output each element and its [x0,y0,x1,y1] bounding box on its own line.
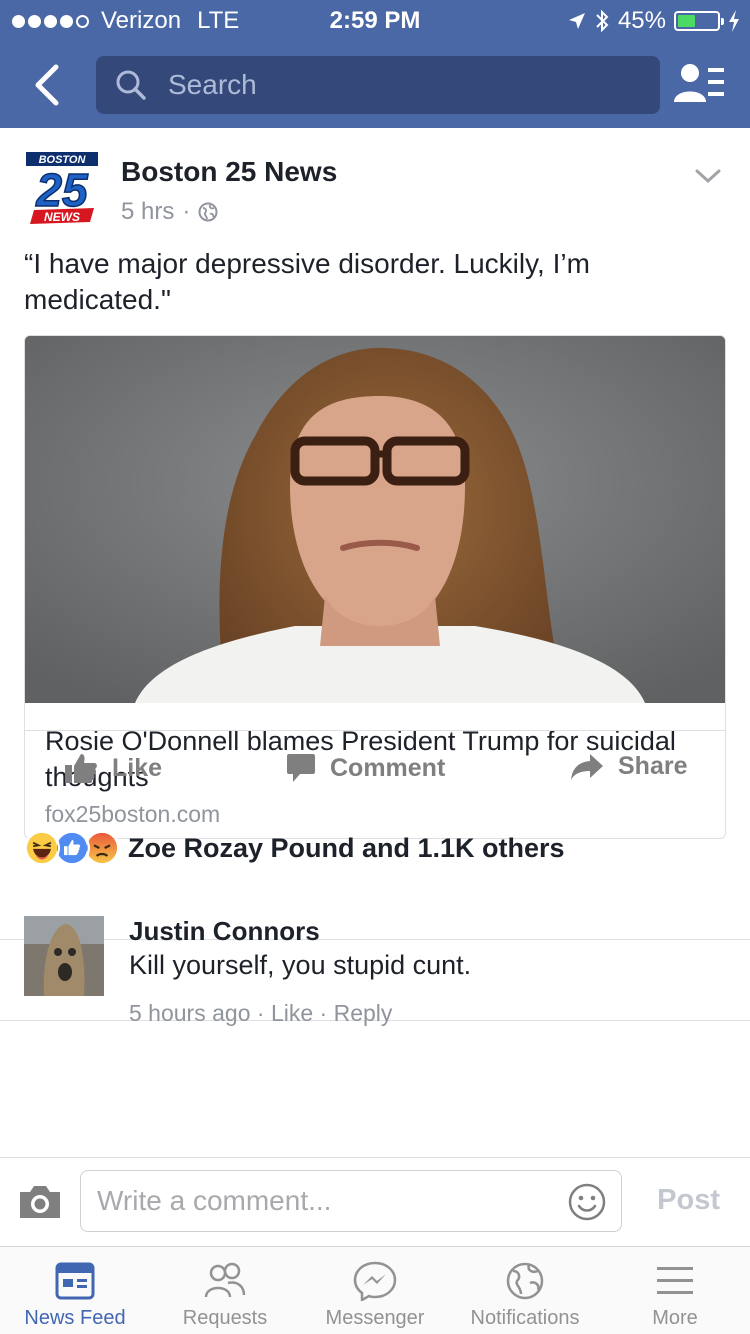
avatar[interactable] [24,916,104,996]
comment-author[interactable]: Justin Connors [129,916,320,947]
comment-button[interactable]: Comment [286,752,445,784]
chevron-left-icon [35,64,59,106]
search-icon [116,70,146,100]
comment-reply-link[interactable]: Reply [334,1000,393,1026]
status-right: 45% [568,7,740,35]
tab-messenger[interactable]: Messenger [300,1247,450,1334]
portrait-photo [25,336,725,703]
comment-text: Kill yourself, you stupid cunt. [129,950,472,980]
post-author[interactable]: Boston 25 News [121,156,337,188]
tab-label: More [652,1307,698,1329]
post-text: “I have major depressive disorder. Lucki… [24,248,590,315]
charging-bolt-icon [729,10,739,32]
bluetooth-icon [596,9,609,33]
like-button[interactable]: Like [64,752,162,784]
svg-text:25: 25 [35,164,89,216]
post-time[interactable]: 5 hrs [121,198,174,226]
back-button[interactable] [22,60,72,110]
comment-label: Comment [330,753,446,782]
share-button[interactable]: Share [570,752,687,781]
tab-news-feed[interactable]: News Feed [0,1247,150,1334]
comment-input-box[interactable] [80,1170,622,1232]
status-bar: Verizon LTE 2:59 PM 45% [0,0,750,40]
tab-label: Notifications [470,1307,580,1329]
avatar-photo [24,916,104,996]
comment-like-link[interactable]: Like [271,1000,313,1026]
news-feed-icon [55,1262,95,1300]
divider [0,939,750,940]
share-label: Share [618,752,688,780]
reactions-text: Zoe Rozay Pound and 1.1K others [128,832,565,863]
reactions-summary[interactable]: Zoe Rozay Pound and 1.1K others [24,830,565,866]
boston-25-logo-icon: BOSTON 25 NEWS [26,152,98,224]
location-arrow-icon [568,13,585,29]
link-preview-image [25,336,725,703]
haha-icon [24,830,60,866]
battery-percent: 45% [617,7,666,34]
share-arrow-icon [571,753,603,780]
tab-label: News Feed [24,1307,126,1329]
comment-time: 5 hours ago [129,1000,251,1026]
tab-requests[interactable]: Requests [150,1247,300,1334]
tab-label: Requests [182,1307,268,1329]
like-label: Like [112,753,163,782]
top-bar: Verizon LTE 2:59 PM 45% [0,0,750,128]
search-input[interactable] [168,69,648,101]
svg-text:NEWS: NEWS [44,210,80,224]
nav-row [0,50,750,120]
chevron-down-icon[interactable] [694,166,722,186]
globe-privacy-icon [198,202,218,222]
search-bar[interactable] [96,56,660,114]
friends-list-button[interactable] [672,60,728,110]
comment-bubble-icon [287,754,315,782]
camera-icon[interactable] [18,1184,62,1220]
friends-list-icon [674,64,724,102]
comment-composer: Post [0,1158,750,1246]
page-logo[interactable]: BOSTON 25 NEWS [24,150,100,226]
menu-icon [657,1267,693,1294]
messenger-icon [353,1261,397,1301]
comment-meta: 5 hours ago · Like · Reply [129,1000,392,1027]
battery-icon [674,11,724,31]
thumbs-up-icon [65,754,97,783]
tab-label: Messenger [325,1307,425,1329]
globe-icon [506,1262,544,1300]
meta-separator: · [319,1000,334,1026]
meta-separator: · [256,1000,271,1026]
smiley-icon[interactable] [567,1182,607,1222]
comment-input[interactable] [81,1185,551,1217]
post-comment-button[interactable]: Post [657,1184,720,1217]
bottom-tab-bar: News Feed Requests Messenger Notificatio… [0,1246,750,1334]
tab-notifications[interactable]: Notifications [450,1247,600,1334]
post-actions: Like Comment Share [0,740,750,810]
friend-requests-icon [204,1262,246,1298]
divider [24,730,726,731]
meta-separator: · [182,198,191,225]
post-meta: 5 hrs · [121,198,218,226]
tab-more[interactable]: More [600,1247,750,1334]
